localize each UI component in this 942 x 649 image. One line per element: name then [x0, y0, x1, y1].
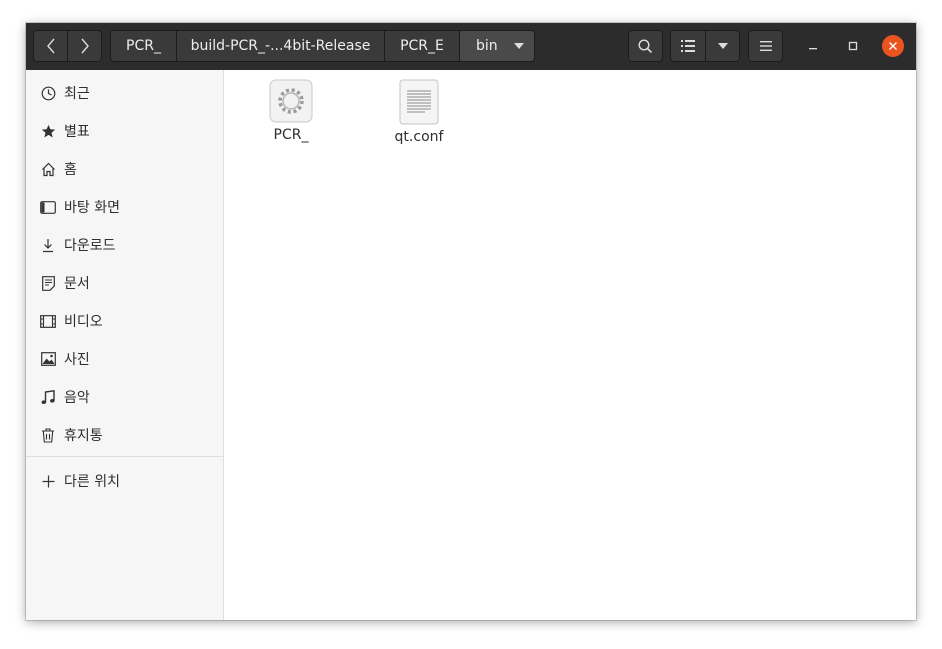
- sidebar-item-label: 음악: [64, 390, 90, 406]
- view-list-button[interactable]: [670, 30, 706, 62]
- caret-down-icon: [717, 43, 728, 49]
- file-item[interactable]: qt.conf: [369, 79, 469, 145]
- maximize-button[interactable]: [842, 35, 864, 57]
- sidebar-item-other-locations[interactable]: 다른 위치: [26, 462, 223, 500]
- download-icon: [40, 237, 56, 253]
- sidebar-item-label: 다른 위치: [64, 474, 120, 490]
- plus-icon: [40, 473, 56, 489]
- text-file-icon: [399, 79, 439, 125]
- minimize-icon: [809, 48, 817, 50]
- sidebar-item-trash[interactable]: 휴지통: [26, 416, 223, 454]
- breadcrumb-3[interactable]: bin: [459, 30, 535, 62]
- star-icon: [40, 123, 56, 139]
- executable-gear-icon: [269, 79, 313, 123]
- search-button[interactable]: [628, 30, 663, 62]
- sidebar-item-recent[interactable]: 최근: [26, 74, 223, 112]
- home-icon: [40, 161, 56, 177]
- menu-button[interactable]: [748, 30, 783, 62]
- search-icon: [638, 38, 653, 53]
- sidebar-item-home[interactable]: 홈: [26, 150, 223, 188]
- breadcrumb-0[interactable]: PCR_: [110, 30, 177, 62]
- maximize-icon: [848, 41, 858, 51]
- chevron-left-icon: [46, 38, 55, 54]
- trash-icon: [40, 427, 56, 443]
- sidebar-item-pictures[interactable]: 사진: [26, 340, 223, 378]
- breadcrumb-1[interactable]: build-PCR_-...4bit-Release: [176, 30, 385, 62]
- breadcrumb-2[interactable]: PCR_E: [384, 30, 460, 62]
- sidebar-item-downloads[interactable]: 다운로드: [26, 226, 223, 264]
- video-icon: [40, 313, 56, 329]
- sidebar-item-desktop[interactable]: 바탕 화면: [26, 188, 223, 226]
- file-manager-window: PCR_ build-PCR_-...4bit-Release PCR_E bi…: [26, 23, 916, 620]
- sidebar-item-label: 별표: [64, 124, 90, 140]
- sidebar-item-label: 다운로드: [64, 238, 116, 254]
- sidebar-item-label: 비디오: [64, 314, 103, 330]
- desktop-icon: [40, 199, 56, 215]
- sidebar-separator: [26, 456, 223, 457]
- sidebar: 최근 별표 홈 바탕 화면 다운로드 문서 비디오 사진 음악 휴지통 다른 위…: [26, 70, 224, 620]
- back-button[interactable]: [33, 30, 68, 62]
- sidebar-item-label: 사진: [64, 352, 90, 368]
- caret-down-icon: [513, 43, 524, 49]
- sidebar-item-label: 최근: [64, 86, 90, 102]
- sidebar-item-label: 문서: [64, 276, 90, 292]
- sidebar-item-documents[interactable]: 문서: [26, 264, 223, 302]
- hamburger-menu-icon: [759, 41, 772, 51]
- document-icon: [40, 275, 56, 291]
- sidebar-item-label: 바탕 화면: [64, 200, 120, 216]
- sidebar-item-music[interactable]: 음악: [26, 378, 223, 416]
- view-options-button[interactable]: [705, 30, 740, 62]
- clock-icon: [40, 85, 56, 101]
- music-icon: [40, 389, 56, 405]
- sidebar-item-label: 휴지통: [64, 428, 103, 444]
- file-name: qt.conf: [394, 129, 444, 145]
- picture-icon: [40, 351, 56, 367]
- file-item[interactable]: PCR_: [241, 79, 341, 143]
- close-icon: [889, 42, 897, 50]
- sidebar-item-label: 홈: [64, 162, 77, 178]
- forward-button[interactable]: [67, 30, 102, 62]
- sidebar-item-videos[interactable]: 비디오: [26, 302, 223, 340]
- file-name: PCR_: [273, 127, 309, 143]
- close-button[interactable]: [882, 35, 904, 57]
- chevron-right-icon: [80, 38, 89, 54]
- sidebar-item-starred[interactable]: 별표: [26, 112, 223, 150]
- header-bar: PCR_ build-PCR_-...4bit-Release PCR_E bi…: [26, 23, 916, 71]
- list-view-icon: [681, 40, 695, 52]
- minimize-button[interactable]: [802, 35, 824, 57]
- file-view: PCR_ qt.conf: [224, 70, 916, 620]
